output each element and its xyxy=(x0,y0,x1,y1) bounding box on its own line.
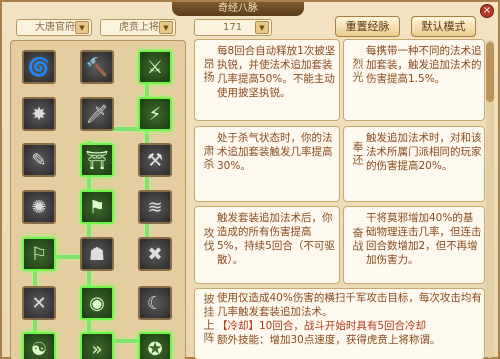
meridian-slot[interactable]: ✸ xyxy=(22,97,56,131)
meridian-slot[interactable]: 🌀 xyxy=(22,50,56,84)
skill-card[interactable]: 奉还 触发追加法术时，对和该法术所属门派相同的玩家的伤害提高20%。 xyxy=(343,126,485,202)
rage-icon: 🌀 xyxy=(27,56,51,78)
meridian-slot[interactable]: ⛩ xyxy=(80,143,114,177)
meridian-slot[interactable]: ⚒ xyxy=(138,143,172,177)
dragon-icon: ☯ xyxy=(30,338,48,359)
skill-desc: 触发追加法术时，对和该法术所属门派相同的玩家的伤害提高20%。 xyxy=(366,132,482,172)
skill-desc: 处于杀气状态时，你的法术追加套装触发几率提高30%。 xyxy=(217,132,333,172)
seal-icon: ◉ xyxy=(89,292,105,314)
skill-name: 昂扬 xyxy=(202,58,215,84)
rank-select[interactable]: 虎贲上将 ▼ xyxy=(100,19,176,36)
axe-icon: ⚒ xyxy=(146,149,164,171)
skill-name: 披挂上阵 xyxy=(202,293,215,345)
runner-icon: ☗ xyxy=(88,243,106,265)
meridian-slot[interactable]: ◉ xyxy=(80,286,114,320)
broken-heart-icon: ✖ xyxy=(147,243,163,265)
twin-swords-icon: ✕ xyxy=(31,292,47,314)
meridian-slot[interactable]: ⚔ xyxy=(138,50,172,84)
meridian-slot[interactable]: ✪ xyxy=(138,332,172,359)
skill-desc: 触发套装追加法术后，你造成的所有伤害提高5%，持续5回合（不可驱散）。 xyxy=(217,212,335,266)
meridian-slot[interactable]: ⚐ xyxy=(22,237,56,271)
wind-icon: ≋ xyxy=(147,196,163,218)
spark-icon: ✸ xyxy=(31,103,47,125)
slash-icon: ✎ xyxy=(31,149,47,171)
meridian-slot[interactable]: ☯ xyxy=(22,332,56,359)
scrollbar-thumb[interactable] xyxy=(486,42,494,102)
skill-card[interactable]: 奋战 干将莫邪增加40%的基础物理连击几率，但连击回合数增加2，但不再增加伤害力… xyxy=(343,206,485,284)
skill-extra: 额外技能：增加30点速度，获得虎贲上将称谓。 xyxy=(217,334,441,346)
burst-icon: ✺ xyxy=(31,196,47,218)
sword-icon: ⚔ xyxy=(146,56,164,78)
hammer-icon: 🔨 xyxy=(85,56,109,78)
skill-name: 肃杀 xyxy=(202,145,215,171)
skill-name: 奉还 xyxy=(351,141,364,167)
chevron-down-icon: ▼ xyxy=(255,21,269,34)
ultimate-skill-card[interactable]: 披挂上阵 使用仅造成40%伤害的横扫千军攻击目标，每次攻击均有几率触发套装追加法… xyxy=(194,288,485,359)
rank-select-value: 虎贲上将 xyxy=(119,22,159,33)
arrows-icon: » xyxy=(91,338,103,359)
window-title: 奇经八脉 xyxy=(172,2,304,16)
window-frame: 奇经八脉 × 大唐官府 ▼ 虎贲上将 ▼ 171 ▼ 重置经脉 默认模式 🌀 🔨 ⚔… xyxy=(0,0,500,359)
meridian-slot[interactable]: ⚡ xyxy=(138,97,172,131)
skill-name: 烈光 xyxy=(351,58,364,84)
skill-desc: 每8回合自动释放1次披坚执锐，并使法术追加套装几率提高50%。不能主动使用披坚执… xyxy=(217,45,336,99)
meridian-slot[interactable]: ≋ xyxy=(138,190,172,224)
troops-icon: ⚑ xyxy=(88,196,106,218)
chevron-down-icon: ▼ xyxy=(159,21,173,34)
default-mode-button[interactable]: 默认模式 xyxy=(411,16,476,37)
skill-name: 奋战 xyxy=(351,227,364,253)
chevron-down-icon: ▼ xyxy=(75,21,89,34)
skill-card[interactable]: 攻伐 触发套装追加法术后，你造成的所有伤害提高5%，持续5回合（不可驱散）。 xyxy=(194,206,340,284)
skill-name: 攻伐 xyxy=(202,227,215,253)
meridian-slot[interactable]: 🔨 xyxy=(80,50,114,84)
level-select[interactable]: 171 ▼ xyxy=(194,19,272,36)
meridian-slot[interactable]: ✎ xyxy=(22,143,56,177)
skill-card[interactable]: 烈光 每携带一种不同的法术追加套装，触发追加法术的伤害提高1.5%。 xyxy=(343,39,485,121)
meridian-slot[interactable]: ✖ xyxy=(138,237,172,271)
skill-desc: 每携带一种不同的法术追加套装，触发追加法术的伤害提高1.5%。 xyxy=(366,45,482,85)
dagger-icon: 🗡 xyxy=(85,103,109,125)
moon-icon: ☾ xyxy=(146,292,164,314)
meridian-slot[interactable]: 🗡 xyxy=(80,97,114,131)
skill-card[interactable]: 肃杀 处于杀气状态时，你的法术追加套装触发几率提高30%。 xyxy=(194,126,340,202)
skill-desc: 干将莫邪增加40%的基础物理连击几率，但连击回合数增加2，但不再增加伤害力。 xyxy=(366,212,482,266)
lightning-icon: ⚡ xyxy=(148,103,162,125)
skill-card[interactable]: 昂扬 每8回合自动释放1次披坚执锐，并使法术追加套装几率提高50%。不能主动使用… xyxy=(194,39,340,121)
meridian-slot[interactable]: ☾ xyxy=(138,286,172,320)
meridian-slot[interactable]: ✺ xyxy=(22,190,56,224)
close-button[interactable]: × xyxy=(480,4,494,18)
vortex-icon: ✪ xyxy=(147,338,163,359)
skill-cooldown: 【冷却】10回合，战斗开始时具有5回合冷却 xyxy=(217,320,427,332)
meridian-slot[interactable]: » xyxy=(80,332,114,359)
reset-meridian-button[interactable]: 重置经脉 xyxy=(335,16,400,37)
skill-desc: 使用仅造成40%伤害的横扫千军攻击目标，每次攻击均有几率触发套装追加法术。 xyxy=(217,292,482,318)
school-select-value: 大唐官府 xyxy=(35,22,75,33)
level-select-value: 171 xyxy=(223,22,243,33)
meridian-slot[interactable]: ✕ xyxy=(22,286,56,320)
meridian-slot[interactable]: ☗ xyxy=(80,237,114,271)
arch-icon: ⛩ xyxy=(85,149,109,171)
flag-icon: ⚐ xyxy=(30,243,48,265)
meridian-slot[interactable]: ⚑ xyxy=(80,190,114,224)
school-select[interactable]: 大唐官府 ▼ xyxy=(16,19,92,36)
